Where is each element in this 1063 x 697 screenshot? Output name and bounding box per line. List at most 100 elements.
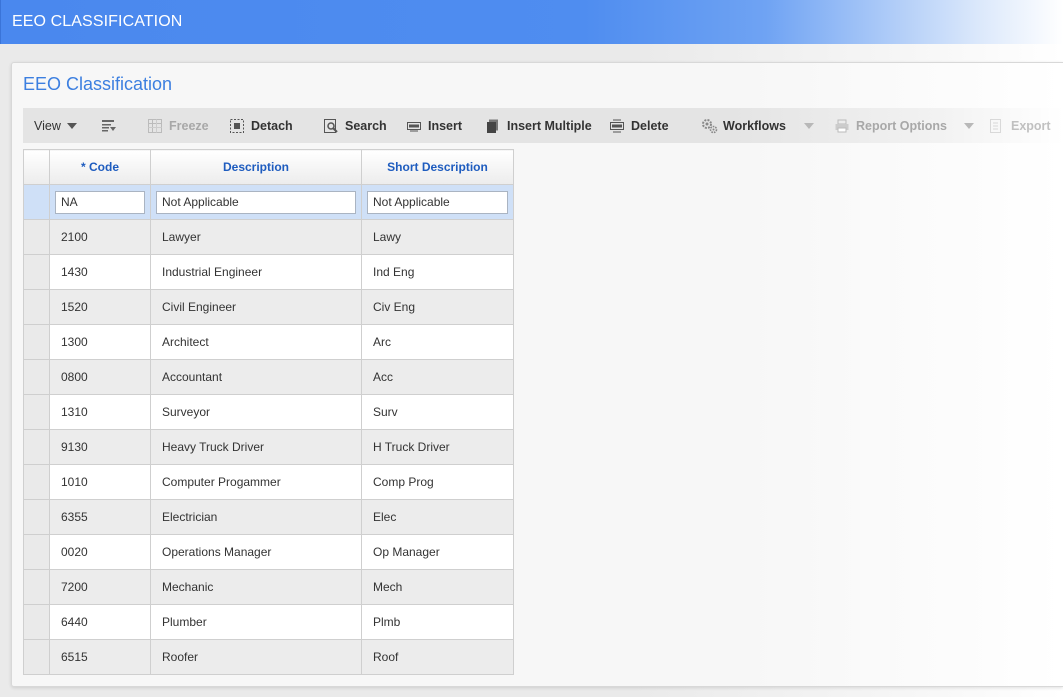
cell-short-description[interactable]: Civ Eng [361, 289, 514, 325]
delete-label: Delete [631, 118, 669, 133]
cell-short-description[interactable]: Ind Eng [361, 254, 514, 290]
cell-description[interactable]: Computer Progammer [150, 464, 362, 500]
cell-description[interactable]: Operations Manager [150, 534, 362, 570]
cell-description[interactable]: Civil Engineer [150, 289, 362, 325]
table-row[interactable]: 6515 Roofer Roof [23, 639, 514, 675]
insert-multiple-button[interactable]: Insert Multiple [485, 108, 592, 143]
row-selector[interactable] [23, 464, 50, 500]
workflows-button[interactable]: Workflows [701, 108, 814, 143]
column-header-description[interactable]: Description [150, 149, 362, 185]
cell-description[interactable]: Plumber [150, 604, 362, 640]
cell-code[interactable]: 0800 [49, 359, 151, 395]
table-row[interactable]: 1520 Civil Engineer Civ Eng [23, 289, 514, 325]
column-header-short-description[interactable]: Short Description [361, 149, 514, 185]
insert-multiple-icon [485, 118, 501, 134]
cell-code[interactable]: 2100 [49, 219, 151, 255]
row-selector[interactable] [23, 289, 50, 325]
cell-short-description[interactable]: Acc [361, 359, 514, 395]
cell-short-description[interactable]: Surv [361, 394, 514, 430]
cell-description[interactable]: Accountant [150, 359, 362, 395]
search-icon [323, 118, 339, 134]
column-header-code[interactable]: * Code [49, 149, 151, 185]
insert-label: Insert [428, 118, 463, 133]
cell-code[interactable]: 7200 [49, 569, 151, 605]
cell-description[interactable]: Architect [150, 324, 362, 360]
row-selector[interactable] [23, 254, 50, 290]
table-row[interactable]: 0800 Accountant Acc [23, 359, 514, 395]
panel-title: EEO Classification [23, 74, 173, 94]
cell-description[interactable]: Roofer [150, 639, 362, 675]
row-selector[interactable] [23, 639, 50, 675]
cell-description[interactable]: Lawyer [150, 219, 362, 255]
cell-short-description[interactable]: Comp Prog [361, 464, 514, 500]
code-input[interactable] [55, 190, 145, 214]
table-row[interactable]: 1310 Surveyor Surv [23, 394, 514, 430]
description-input[interactable] [156, 190, 356, 214]
insert-button[interactable]: Insert [406, 108, 462, 143]
row-selector[interactable] [23, 604, 50, 640]
detach-button[interactable]: Detach [229, 108, 293, 143]
cell-code[interactable]: 1300 [49, 324, 151, 360]
view-label: View [34, 118, 61, 133]
cell-description[interactable]: Heavy Truck Driver [150, 429, 362, 465]
cell-description[interactable]: Electrician [150, 499, 362, 535]
row-selector[interactable] [23, 184, 50, 220]
chevron-down-icon [66, 122, 77, 129]
detach-label: Detach [251, 118, 293, 133]
export-button[interactable]: Export [989, 108, 1051, 143]
row-selector[interactable] [23, 499, 50, 535]
row-selector[interactable] [23, 394, 50, 430]
row-selector-header[interactable] [23, 149, 50, 185]
cell-code[interactable]: 1430 [49, 254, 151, 290]
table-row[interactable]: 2100 Lawyer Lawy [23, 219, 514, 255]
cell-short-description[interactable]: Arc [361, 324, 514, 360]
report-options-button[interactable]: Report Options [834, 108, 974, 143]
cell-short-description[interactable]: Elec [361, 499, 514, 535]
print-icon [834, 118, 850, 134]
cell-code[interactable]: 6440 [49, 604, 151, 640]
row-selector[interactable] [23, 219, 50, 255]
table-row[interactable]: 1010 Computer Progammer Comp Prog [23, 464, 514, 500]
cell-code[interactable]: 1310 [49, 394, 151, 430]
table-row[interactable]: 7200 Mechanic Mech [23, 569, 514, 605]
cell-description[interactable]: Industrial Engineer [150, 254, 362, 290]
table-row-editing[interactable] [23, 184, 514, 220]
eeo-classification-panel: EEO Classification View Freeze Detach Se… [11, 62, 1063, 687]
freeze-icon [147, 118, 163, 134]
table-row[interactable]: 0020 Operations Manager Op Manager [23, 534, 514, 570]
table-row[interactable]: 1300 Architect Arc [23, 324, 514, 360]
row-selector[interactable] [23, 534, 50, 570]
delete-button[interactable]: Delete [609, 108, 669, 143]
row-selector[interactable] [23, 359, 50, 395]
cell-code[interactable]: 6515 [49, 639, 151, 675]
view-menu-button[interactable]: View [34, 108, 77, 143]
cell-code[interactable]: 0020 [49, 534, 151, 570]
table-row[interactable]: 1430 Industrial Engineer Ind Eng [23, 254, 514, 290]
window-title: EEO CLASSIFICATION [12, 13, 183, 30]
chevron-down-icon [803, 122, 814, 129]
row-selector[interactable] [23, 429, 50, 465]
cell-code[interactable]: 1010 [49, 464, 151, 500]
freeze-button[interactable]: Freeze [147, 108, 209, 143]
delete-icon [609, 118, 625, 134]
cell-short-description[interactable]: Plmb [361, 604, 514, 640]
cell-description[interactable]: Mechanic [150, 569, 362, 605]
cell-code[interactable]: 9130 [49, 429, 151, 465]
cell-short-description[interactable]: Mech [361, 569, 514, 605]
table-row[interactable]: 9130 Heavy Truck Driver H Truck Driver [23, 429, 514, 465]
freeze-label: Freeze [169, 118, 209, 133]
cell-short-description[interactable]: Roof [361, 639, 514, 675]
short-description-input[interactable] [367, 190, 508, 214]
cell-code[interactable]: 1520 [49, 289, 151, 325]
table-row[interactable]: 6355 Electrician Elec [23, 499, 514, 535]
search-button[interactable]: Search [323, 108, 387, 143]
cell-code[interactable]: 6355 [49, 499, 151, 535]
cell-short-description[interactable]: H Truck Driver [361, 429, 514, 465]
table-row[interactable]: 6440 Plumber Plmb [23, 604, 514, 640]
row-selector[interactable] [23, 569, 50, 605]
row-selector[interactable] [23, 324, 50, 360]
cell-short-description[interactable]: Op Manager [361, 534, 514, 570]
cell-description[interactable]: Surveyor [150, 394, 362, 430]
column-settings-button[interactable] [101, 108, 123, 143]
cell-short-description[interactable]: Lawy [361, 219, 514, 255]
